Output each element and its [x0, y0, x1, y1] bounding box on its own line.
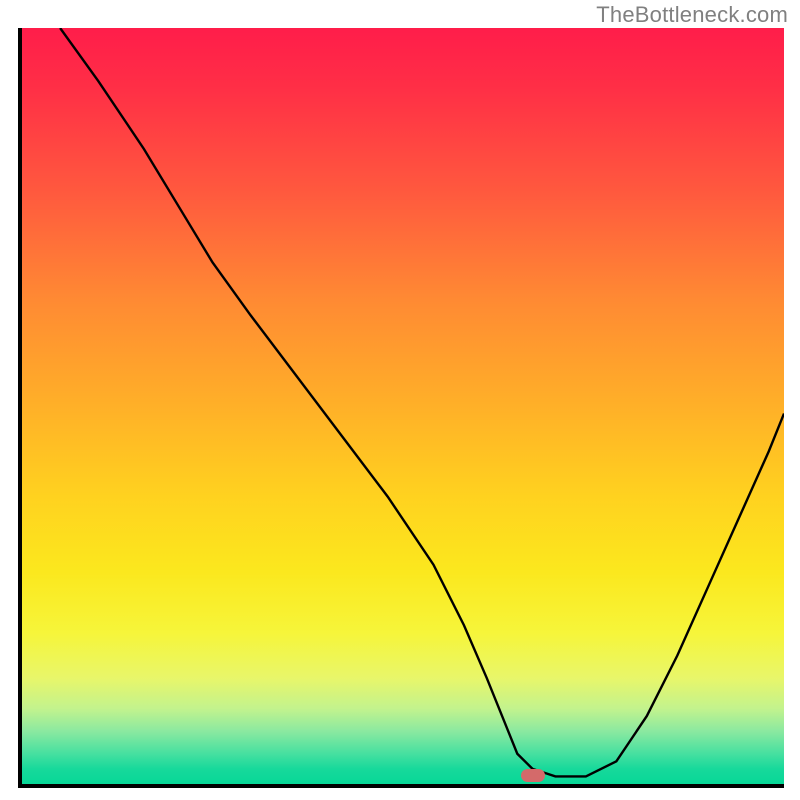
bottleneck-curve	[22, 28, 784, 784]
chart-container: TheBottleneck.com	[0, 0, 800, 800]
watermark-text: TheBottleneck.com	[596, 2, 788, 28]
optimal-marker	[521, 769, 545, 782]
plot-area	[18, 28, 784, 788]
